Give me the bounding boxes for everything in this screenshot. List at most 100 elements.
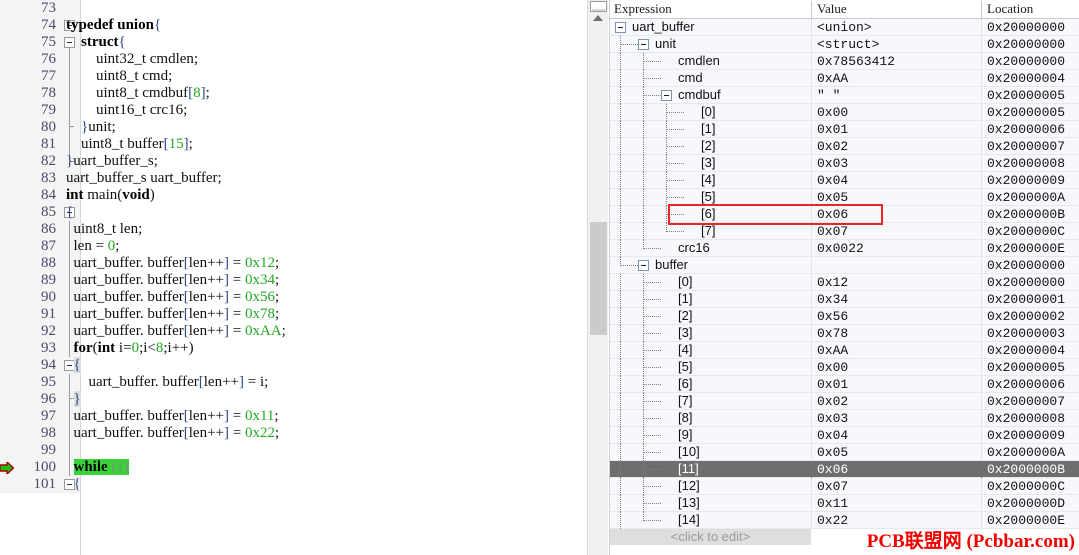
editor-vertical-scrollbar[interactable] — [587, 0, 608, 555]
value-cell[interactable]: 0x78563412 — [813, 53, 981, 69]
value-cell[interactable]: " " — [813, 87, 981, 103]
table-row[interactable]: cmd 0xAA 0x20000004 — [610, 70, 1079, 87]
value-cell[interactable]: <union> — [813, 19, 981, 35]
table-row[interactable]: [5] 0x05 0x2000000A — [610, 189, 1079, 206]
value-cell[interactable]: 0x06 — [813, 461, 981, 477]
table-row[interactable]: [7] 0x02 0x20000007 — [610, 393, 1079, 410]
code-line[interactable]: 89 uart_buffer. buffer[len++] = 0x34; — [0, 272, 588, 289]
code-line[interactable]: 86 uint8_t len; — [0, 221, 588, 238]
code-text[interactable]: }uart_buffer_s; — [66, 153, 158, 170]
code-line[interactable]: 92 uart_buffer. buffer[len++] = 0xAA; — [0, 323, 588, 340]
value-cell[interactable]: 0x07 — [813, 223, 981, 239]
value-cell[interactable]: 0x12 — [813, 274, 981, 290]
table-row[interactable]: [3] 0x78 0x20000003 — [610, 325, 1079, 342]
code-text[interactable]: len = 0; — [66, 238, 120, 255]
table-row[interactable]: [0] 0x12 0x20000000 — [610, 274, 1079, 291]
code-text[interactable]: uart_buffer. buffer[len++] = 0x56; — [66, 289, 280, 306]
scrollbar-split-box[interactable] — [590, 1, 607, 12]
code-text[interactable]: uart_buffer. buffer[len++] = i; — [66, 374, 269, 391]
watch-expression-pane[interactable]: Expression Value Location uart_buffer <un… — [610, 0, 1079, 555]
header-divider-1[interactable] — [811, 1, 812, 18]
code-text[interactable]: { — [66, 357, 81, 374]
value-cell[interactable]: 0x00 — [813, 104, 981, 120]
code-text[interactable]: uint8_t cmdbuf[8]; — [66, 85, 210, 102]
code-line[interactable]: 81 uint8_t buffer[15]; — [0, 136, 588, 153]
table-row[interactable]: [11] 0x06 0x2000000B — [610, 461, 1079, 478]
value-cell[interactable]: 0x00 — [813, 359, 981, 375]
fold-column[interactable] — [60, 0, 80, 17]
table-row[interactable]: [7] 0x07 0x2000000C — [610, 223, 1079, 240]
code-text[interactable]: { — [66, 476, 81, 493]
code-text[interactable]: uint8_t len; — [66, 221, 143, 238]
table-row[interactable]: unit <struct> 0x20000000 — [610, 36, 1079, 53]
value-cell[interactable]: 0xAA — [813, 342, 981, 358]
code-line[interactable]: 93 for(int i=0;i<8;i++) — [0, 340, 588, 357]
code-text[interactable]: int main(void) — [66, 187, 155, 204]
code-line[interactable]: 98 uart_buffer. buffer[len++] = 0x22; — [0, 425, 588, 442]
code-text[interactable]: uart_buffer. buffer[len++] = 0x34; — [66, 272, 280, 289]
table-row[interactable]: [9] 0x04 0x20000009 — [610, 427, 1079, 444]
table-row[interactable]: [2] 0x02 0x20000007 — [610, 138, 1079, 155]
code-line[interactable]: 78 uint8_t cmdbuf[8]; — [0, 85, 588, 102]
value-cell[interactable]: 0xAA — [813, 70, 981, 86]
value-cell[interactable]: 0x03 — [813, 155, 981, 171]
table-row[interactable]: [5] 0x00 0x20000005 — [610, 359, 1079, 376]
table-row[interactable]: uart_buffer <union> 0x20000000 — [610, 19, 1079, 36]
tree-collapse-icon[interactable] — [615, 22, 626, 33]
tree-collapse-icon[interactable] — [638, 39, 649, 50]
column-header-location[interactable]: Location — [983, 0, 1079, 18]
table-row[interactable]: [4] 0x04 0x20000009 — [610, 172, 1079, 189]
column-header-expression[interactable]: Expression — [610, 0, 811, 18]
code-line[interactable]: 87 len = 0; — [0, 238, 588, 255]
code-text[interactable]: uint8_t buffer[15]; — [66, 136, 193, 153]
table-row[interactable]: [0] 0x00 0x20000005 — [610, 104, 1079, 121]
code-line[interactable]: 83 uart_buffer_s uart_buffer; — [0, 170, 588, 187]
value-cell[interactable]: <struct> — [813, 36, 981, 52]
code-editor-pane[interactable]: 73 74 typedef union{75 struct{76 uint32_t … — [0, 0, 610, 555]
code-line[interactable]: 91 uart_buffer. buffer[len++] = 0x78; — [0, 306, 588, 323]
scrollbar-thumb[interactable] — [590, 222, 607, 335]
value-cell[interactable]: 0x07 — [813, 478, 981, 494]
fold-column[interactable] — [60, 442, 80, 459]
code-text[interactable]: uart_buffer. buffer[len++] = 0xAA; — [66, 323, 286, 340]
table-row[interactable]: [6] 0x01 0x20000006 — [610, 376, 1079, 393]
code-text[interactable]: for(int i=0;i<8;i++) — [66, 340, 194, 357]
code-text[interactable]: uart_buffer. buffer[len++] = 0x22; — [66, 425, 280, 442]
code-line[interactable]: 101 { — [0, 476, 588, 493]
tree-collapse-icon[interactable] — [661, 90, 672, 101]
code-line[interactable]: 100 while (1) — [0, 459, 588, 476]
table-row[interactable]: [6] 0x06 0x2000000B — [610, 206, 1079, 223]
value-cell[interactable]: 0x11 — [813, 495, 981, 511]
table-row[interactable]: [10] 0x05 0x2000000A — [610, 444, 1079, 461]
value-cell[interactable]: 0x05 — [813, 189, 981, 205]
table-row[interactable]: [4] 0xAA 0x20000004 — [610, 342, 1079, 359]
code-line[interactable]: 79 uint16_t crc16; — [0, 102, 588, 119]
code-text[interactable]: } — [66, 391, 81, 408]
value-cell[interactable]: 0x01 — [813, 376, 981, 392]
code-text[interactable]: while (1) — [66, 459, 129, 476]
code-line[interactable]: 80 }unit; — [0, 119, 588, 136]
code-text[interactable]: uint16_t crc16; — [66, 102, 187, 119]
code-line[interactable]: 76 uint32_t cmdlen; — [0, 51, 588, 68]
code-line[interactable]: 96 } — [0, 391, 588, 408]
table-row[interactable]: [3] 0x03 0x20000008 — [610, 155, 1079, 172]
click-to-edit-cell[interactable]: <click to edit> — [610, 529, 811, 545]
code-text[interactable]: uint8_t cmd; — [66, 68, 172, 85]
value-cell[interactable]: 0x0022 — [813, 240, 981, 256]
value-cell[interactable]: 0x04 — [813, 172, 981, 188]
code-line[interactable]: 74 typedef union{ — [0, 17, 588, 34]
column-header-value[interactable]: Value — [813, 0, 981, 18]
value-cell[interactable]: 0x34 — [813, 291, 981, 307]
code-line[interactable]: 85 { — [0, 204, 588, 221]
code-editor-scroll-area[interactable]: 73 74 typedef union{75 struct{76 uint32_t … — [0, 0, 588, 555]
value-cell[interactable]: 0x03 — [813, 410, 981, 426]
code-line[interactable]: 84 int main(void) — [0, 187, 588, 204]
watch-rows-container[interactable]: uart_buffer <union> 0x20000000 unit <struct>… — [610, 19, 1079, 529]
table-row[interactable]: [2] 0x56 0x20000002 — [610, 308, 1079, 325]
table-row[interactable]: [12] 0x07 0x2000000C — [610, 478, 1079, 495]
scroll-up-arrow-icon[interactable] — [593, 15, 603, 21]
table-row[interactable]: [8] 0x03 0x20000008 — [610, 410, 1079, 427]
code-line[interactable]: 90 uart_buffer. buffer[len++] = 0x56; — [0, 289, 588, 306]
code-line[interactable]: 75 struct{ — [0, 34, 588, 51]
value-cell[interactable] — [813, 257, 981, 273]
